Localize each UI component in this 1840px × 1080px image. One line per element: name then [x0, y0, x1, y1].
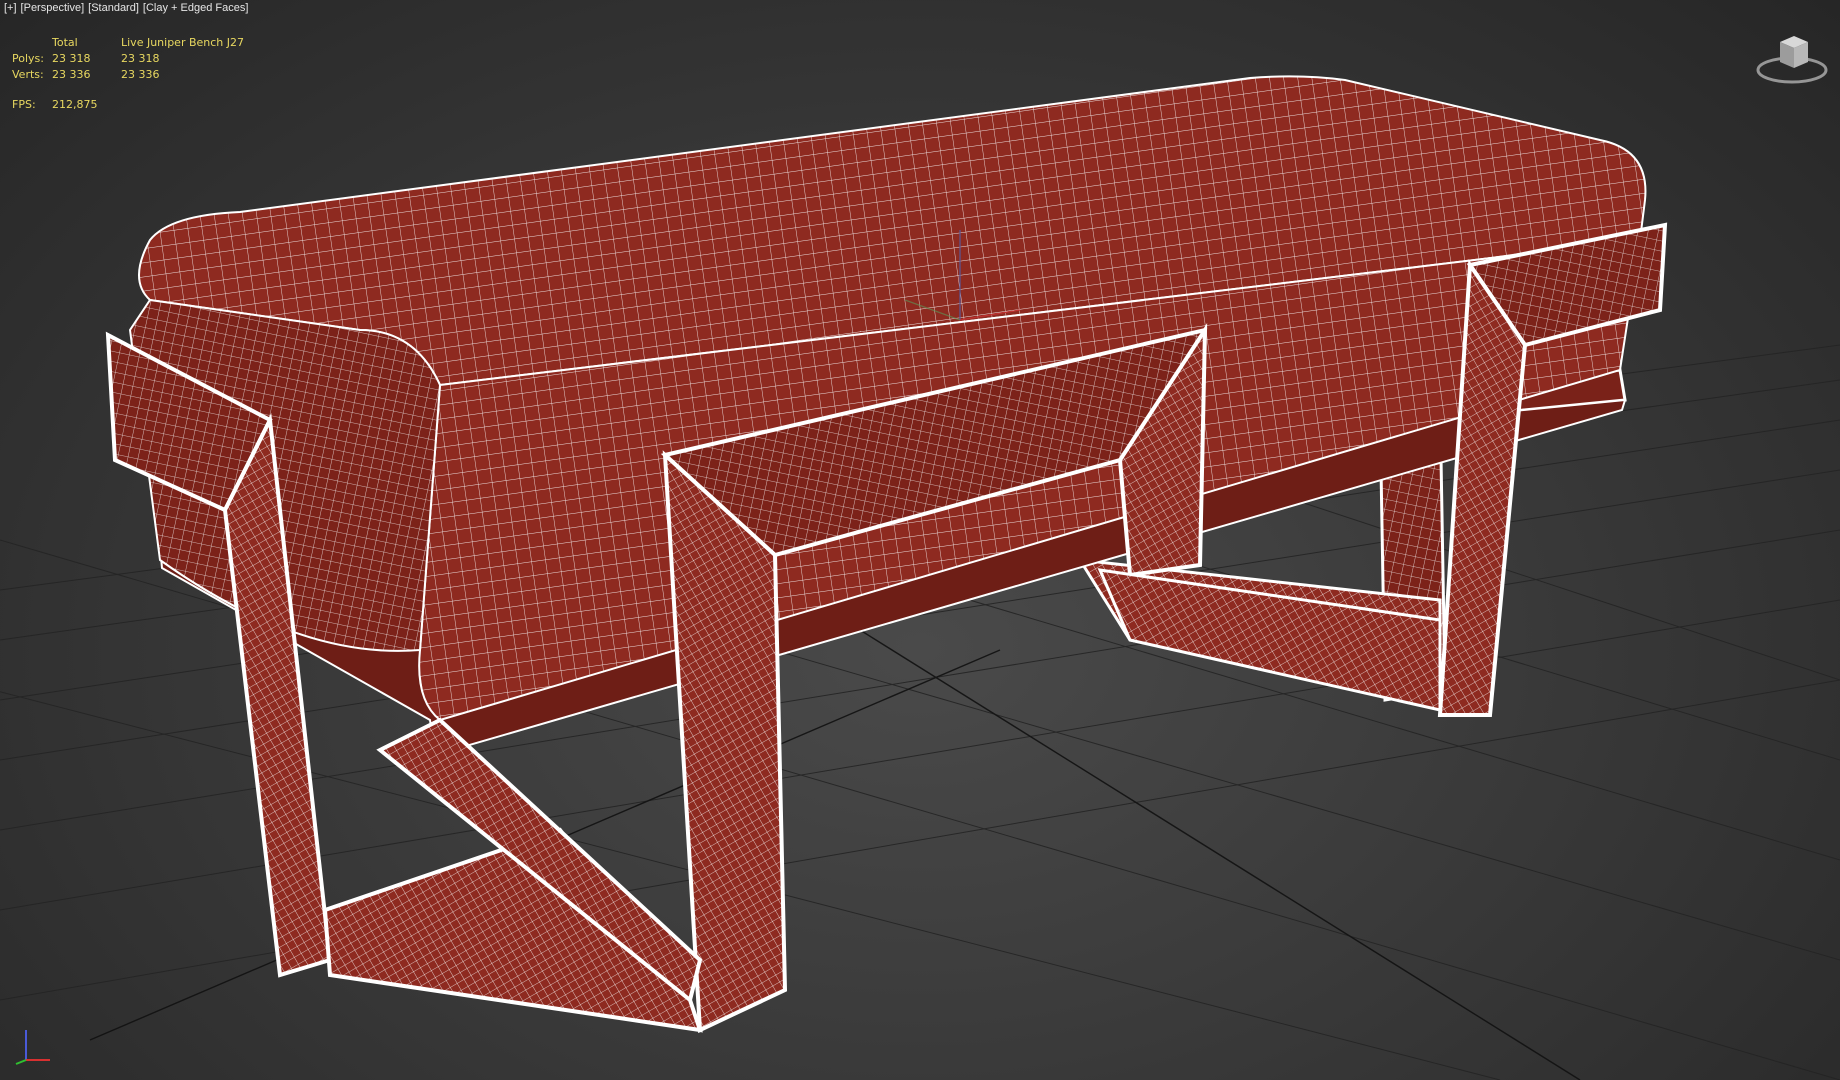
statistics-overlay: Total Live Juniper Bench J27 Polys: 23 3…	[12, 34, 281, 82]
fps-value: 212,875	[52, 98, 98, 111]
verts-total: 23 336	[52, 67, 91, 81]
verts-label: Verts:	[12, 67, 44, 81]
axis-tripod-icon	[15, 1030, 50, 1065]
polys-object: 23 318	[121, 51, 160, 65]
polys-label: Polys:	[12, 51, 44, 65]
stats-header-total: Total	[52, 35, 78, 49]
fps-label: FPS:	[12, 98, 36, 111]
bench-model[interactable]	[105, 75, 1668, 1034]
viewport-point-of-view-menu[interactable]: [Perspective]	[21, 2, 85, 18]
stats-header-object: Live Juniper Bench J27	[121, 35, 245, 49]
viewport-standard-menu[interactable]: [Standard]	[88, 2, 139, 18]
viewport-general-menu[interactable]: [+]	[4, 2, 17, 18]
scene-canvas[interactable]	[0, 0, 1840, 1080]
perspective-viewport[interactable]: [+] [Perspective] [Standard] [Clay + Edg…	[0, 0, 1840, 1080]
viewcube-icon[interactable]	[1752, 28, 1832, 88]
fps-readout: FPS: 212,875	[12, 98, 98, 111]
viewport-label-menu: [+] [Perspective] [Standard] [Clay + Edg…	[4, 2, 248, 18]
viewport-shading-menu[interactable]: [Clay + Edged Faces]	[143, 2, 248, 18]
polys-total: 23 318	[52, 51, 91, 65]
verts-object: 23 336	[121, 67, 160, 81]
